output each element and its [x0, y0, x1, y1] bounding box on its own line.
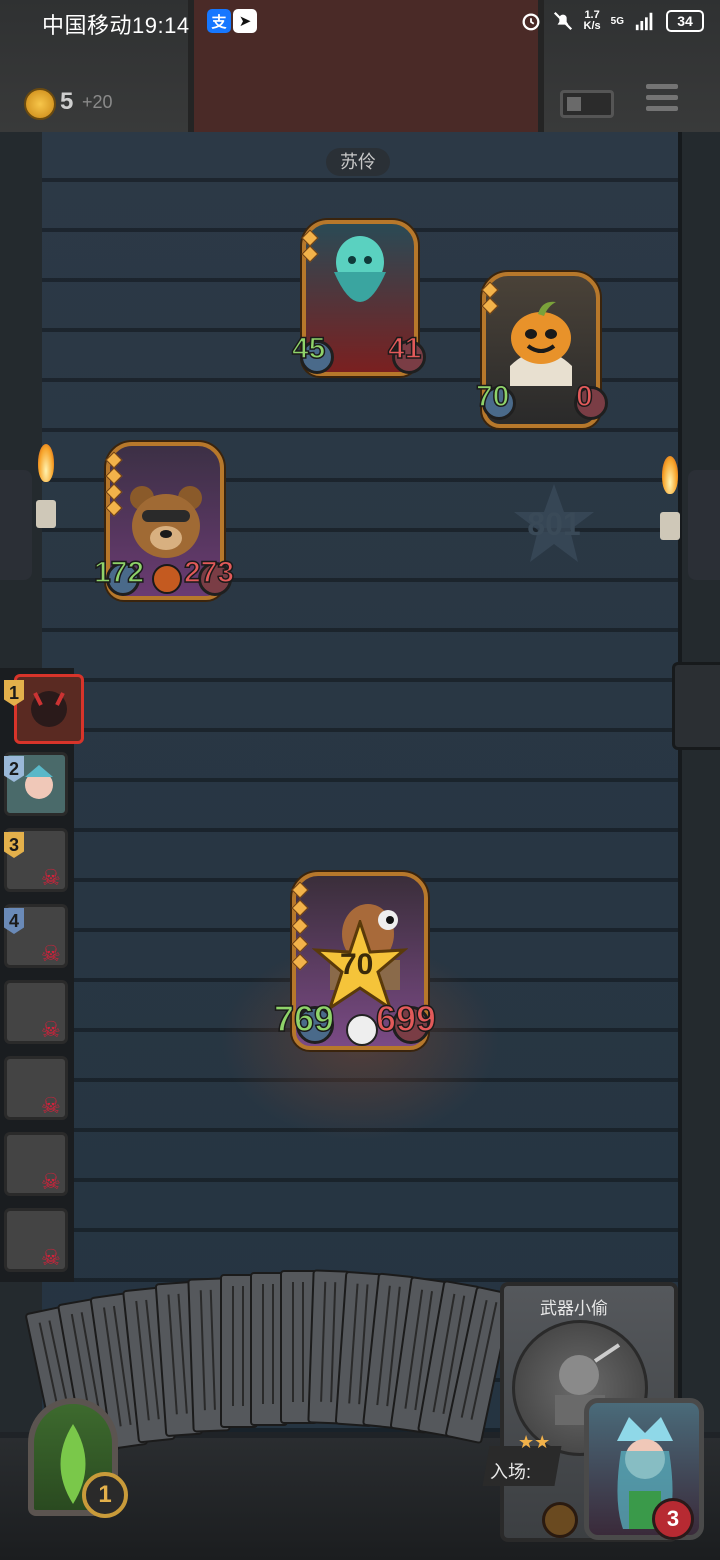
- coin-bonus: +20: [82, 92, 113, 112]
- enemy-health: 0: [575, 379, 593, 414]
- enter-label: 入场:: [490, 1462, 532, 1482]
- star-rating-icon: ★★: [518, 1432, 551, 1452]
- status-icons: 1.7 K/s 5G 34: [520, 8, 704, 34]
- coin-icon: [24, 88, 56, 120]
- demon-portrait-icon: [31, 691, 67, 727]
- queue-slot-7[interactable]: ☠: [4, 1132, 68, 1196]
- hand-card-title: 武器小偷: [540, 1299, 608, 1318]
- player-attack: 769: [273, 997, 335, 1040]
- candle-left: [36, 500, 56, 528]
- enemy-attack: 172: [93, 555, 145, 590]
- torch-bracket-left: [0, 470, 32, 580]
- torch-bracket-right: [688, 470, 720, 580]
- alipay-icon: 支: [207, 9, 231, 33]
- signal-icon: [635, 12, 653, 31]
- enemy-health: 41: [387, 331, 422, 366]
- carrier-time: 中国移动19:14: [42, 13, 190, 38]
- alarm-icon: [522, 13, 540, 31]
- enemy-attack: 45: [291, 331, 326, 366]
- mana-count: 1: [82, 1472, 128, 1518]
- enemy-name-label: 苏伶: [326, 148, 390, 176]
- enemy-attack: 70: [475, 379, 510, 414]
- door-handle: [672, 662, 720, 750]
- right-wall: [678, 132, 720, 1432]
- bear-portrait-icon: [130, 486, 202, 558]
- queue-slot-5[interactable]: ☠: [4, 980, 68, 1044]
- candle-right: [660, 512, 680, 540]
- queue-slot-1[interactable]: [14, 674, 84, 744]
- board-marker: 801: [512, 482, 596, 566]
- flame-right-icon: [662, 456, 678, 494]
- mute-icon: [553, 11, 572, 31]
- power-save-button[interactable]: [560, 90, 614, 118]
- dead-skull-icon: ☠: [41, 1169, 61, 1194]
- dead-skull-icon: ☠: [41, 1093, 61, 1118]
- queue-slot-8[interactable]: ☠: [4, 1208, 68, 1272]
- pumpkin-portrait-icon: [510, 301, 572, 386]
- net-speed: 1.7 K/s: [583, 9, 601, 32]
- messenger-icon: ➤: [233, 9, 257, 33]
- status-bar: 中国移动19:14 支 ➤ 1.7 K/s 5G 34: [0, 0, 720, 44]
- network-type: 5G: [610, 15, 624, 27]
- dead-skull-icon: ☠: [41, 865, 61, 890]
- dead-skull-icon: ☠: [41, 1017, 61, 1042]
- battery-indicator: 34: [666, 10, 704, 32]
- damage-value: 70: [340, 948, 374, 981]
- flame-left-icon: [38, 444, 54, 482]
- dead-skull-icon: ☠: [41, 941, 61, 966]
- player-health: 699: [375, 997, 437, 1040]
- acorn-token-icon[interactable]: [542, 1502, 578, 1538]
- queue-slot-6[interactable]: ☠: [4, 1056, 68, 1120]
- coin-count: 5: [60, 88, 74, 115]
- shield-icon: [152, 564, 182, 594]
- skull-icon: [346, 1014, 378, 1046]
- menu-button[interactable]: [646, 84, 678, 116]
- ghost-portrait-icon: [334, 236, 386, 302]
- enemy-health: 273: [183, 555, 235, 590]
- hero-health: 3: [652, 1498, 694, 1540]
